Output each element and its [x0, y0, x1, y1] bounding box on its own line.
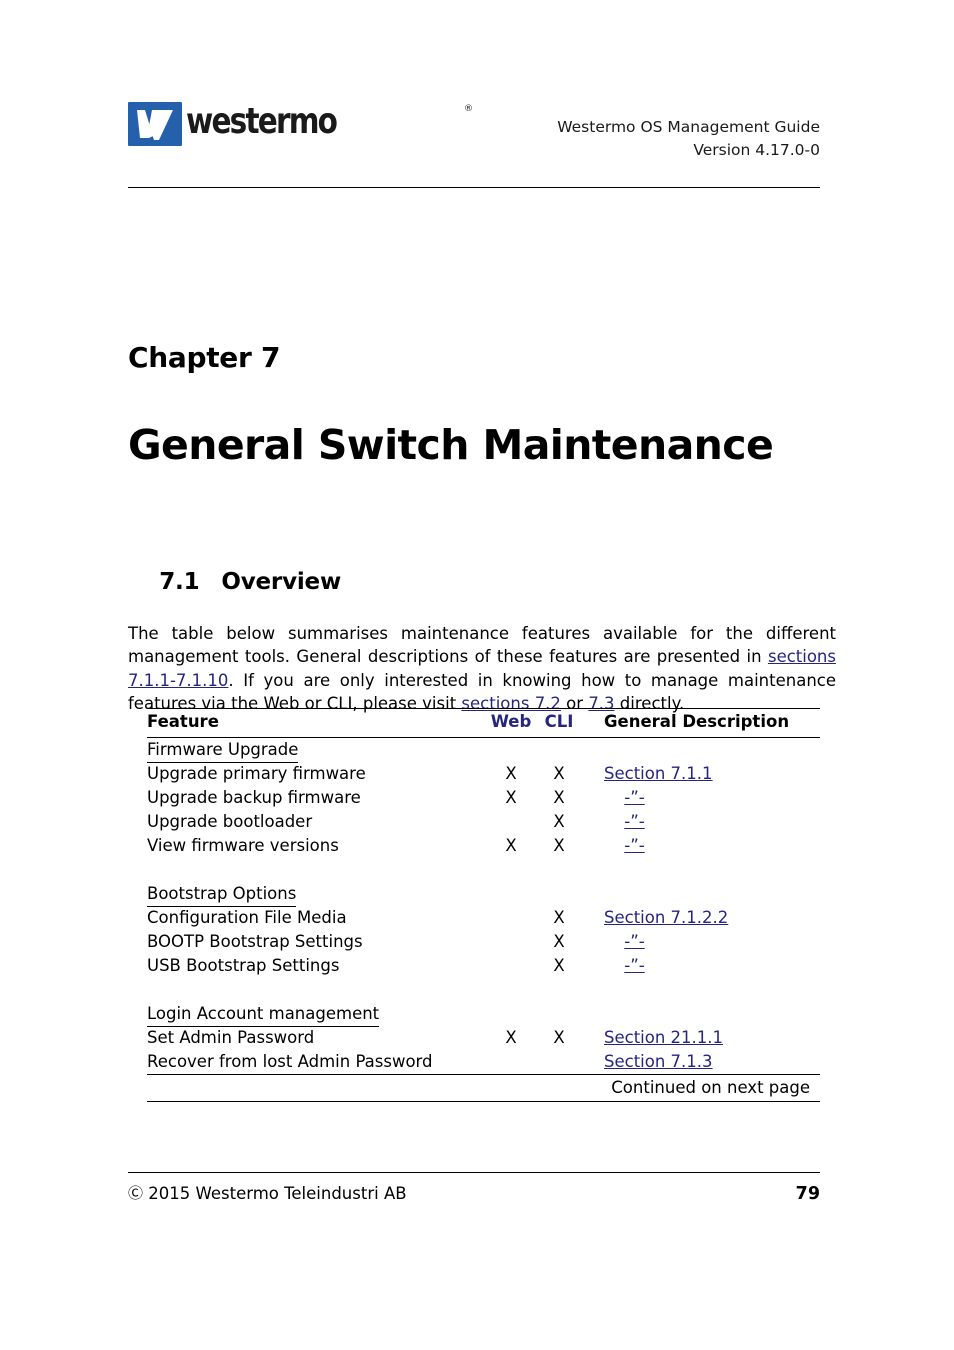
header-title-line1: Westermo OS Management Guide	[557, 118, 820, 136]
footer-divider	[128, 1172, 820, 1173]
link-section-ditto[interactable]: -”-	[624, 836, 644, 855]
table-group-login-account-management: Login Account management Set Admin Passw…	[147, 1002, 820, 1074]
cell-description: Section 21.1.1	[583, 1026, 820, 1050]
westermo-logo: westermo ®	[128, 101, 473, 152]
cell-description: -”-	[583, 930, 820, 954]
cell-cli: X	[553, 788, 565, 807]
cell-web: X	[505, 836, 517, 855]
intro-paragraph: The table below summarises maintenance f…	[128, 622, 836, 716]
cell-feature: Recover from lost Admin Password	[147, 1052, 433, 1071]
category-label: Login Account management	[147, 1004, 380, 1027]
cell-description: -”-	[583, 786, 820, 810]
cell-cli: X	[553, 812, 565, 831]
section-number: 7.1	[159, 569, 200, 595]
footer-copyright: Ⓒ 2015 Westermo Teleindustri AB	[128, 1182, 407, 1203]
column-header-description: General Description	[604, 712, 790, 731]
logo-wordmark: westermo	[186, 101, 338, 142]
cell-feature: Upgrade bootloader	[147, 812, 313, 831]
cell-feature: Configuration File Media	[147, 908, 347, 927]
cell-cli: X	[553, 908, 565, 927]
link-section[interactable]: Section 7.1.3	[604, 1052, 713, 1071]
link-section[interactable]: Section 21.1.1	[604, 1028, 723, 1047]
link-section[interactable]: Section 7.1.1	[604, 764, 713, 783]
registered-trademark-icon: ®	[464, 104, 473, 114]
category-label: Bootstrap Options	[147, 884, 297, 907]
cell-description: -”-	[583, 954, 820, 978]
cell-description: -”-	[583, 810, 820, 834]
table-header-row: Feature Web CLI General Description	[147, 709, 820, 737]
table-row: Configuration File Media X Section 7.1.2…	[147, 906, 820, 930]
table-row: Upgrade backup firmware X X -”-	[147, 786, 820, 810]
cell-description: Section 7.1.3	[583, 1050, 820, 1074]
cell-description: Section 7.1.1	[583, 762, 820, 786]
cell-feature: Set Admin Password	[147, 1028, 315, 1047]
table-row: BOOTP Bootstrap Settings X -”-	[147, 930, 820, 954]
table-bottom-rule	[147, 1101, 820, 1102]
link-section-ditto[interactable]: -”-	[624, 956, 644, 975]
column-header-cli[interactable]: CLI	[535, 709, 583, 735]
page-number: 79	[795, 1184, 820, 1204]
column-header-web[interactable]: Web	[487, 709, 535, 735]
continued-label: Continued on next page	[611, 1078, 810, 1097]
cell-cli: X	[553, 932, 565, 951]
cell-cli: X	[553, 956, 565, 975]
section-title: Overview	[221, 569, 342, 595]
table-group-firmware-upgrade: Firmware Upgrade Upgrade primary firmwar…	[147, 738, 820, 858]
cell-feature: View firmware versions	[147, 836, 339, 855]
cell-cli: X	[553, 1028, 565, 1047]
section-heading: 7.1 Overview	[128, 543, 341, 621]
category-label: Firmware Upgrade	[147, 740, 299, 763]
column-header-feature: Feature	[147, 712, 219, 731]
table-continued-row: Continued on next page	[147, 1075, 820, 1101]
table-group-bootstrap-options: Bootstrap Options Configuration File Med…	[147, 882, 820, 978]
westermo-w-mark-icon	[128, 102, 182, 146]
cell-feature: Upgrade backup firmware	[147, 788, 361, 807]
cell-feature: BOOTP Bootstrap Settings	[147, 932, 363, 951]
link-section-ditto[interactable]: -”-	[624, 932, 644, 951]
intro-text-1: The table below summarises maintenance f…	[128, 623, 836, 667]
chapter-label: Chapter 7	[128, 341, 281, 374]
cell-web: X	[505, 788, 517, 807]
table-group-spacer	[147, 978, 820, 1002]
page-footer: Ⓒ 2015 Westermo Teleindustri AB 79	[128, 1182, 820, 1204]
cell-cli: X	[553, 764, 565, 783]
document-page: westermo ® Westermo OS Management Guide …	[0, 0, 954, 1350]
table-group-spacer	[147, 858, 820, 882]
page-header: westermo ® Westermo OS Management Guide …	[128, 100, 820, 162]
header-divider	[128, 187, 820, 188]
cell-feature: Upgrade primary firmware	[147, 764, 366, 783]
link-section-ditto[interactable]: -”-	[624, 788, 644, 807]
chapter-title: General Switch Maintenance	[128, 421, 774, 469]
maintenance-features-table: Feature Web CLI General Description Firm…	[147, 708, 820, 1102]
table-row: USB Bootstrap Settings X -”-	[147, 954, 820, 978]
copyright-icon: Ⓒ	[128, 1184, 144, 1202]
table-row: Recover from lost Admin Password Section…	[147, 1050, 820, 1074]
cell-description: -”-	[583, 834, 820, 858]
cell-web: X	[505, 764, 517, 783]
cell-web: X	[505, 1028, 517, 1047]
table-category-row: Firmware Upgrade	[147, 738, 820, 763]
cell-feature: USB Bootstrap Settings	[147, 956, 340, 975]
link-section-ditto[interactable]: -”-	[624, 812, 644, 831]
footer-copyright-text: 2015 Westermo Teleindustri AB	[148, 1184, 407, 1203]
header-document-title: Westermo OS Management Guide Version 4.1…	[557, 116, 820, 162]
table-category-row: Bootstrap Options	[147, 882, 820, 907]
table-row: View firmware versions X X -”-	[147, 834, 820, 858]
cell-cli: X	[553, 836, 565, 855]
cell-description: Section 7.1.2.2	[583, 906, 820, 930]
table-category-row: Login Account management	[147, 1002, 820, 1027]
table-row: Set Admin Password X X Section 21.1.1	[147, 1026, 820, 1050]
link-section[interactable]: Section 7.1.2.2	[604, 908, 728, 927]
table-row: Upgrade primary firmware X X Section 7.1…	[147, 762, 820, 786]
header-version-line: Version 4.17.0-0	[693, 141, 820, 159]
table-row: Upgrade bootloader X -”-	[147, 810, 820, 834]
